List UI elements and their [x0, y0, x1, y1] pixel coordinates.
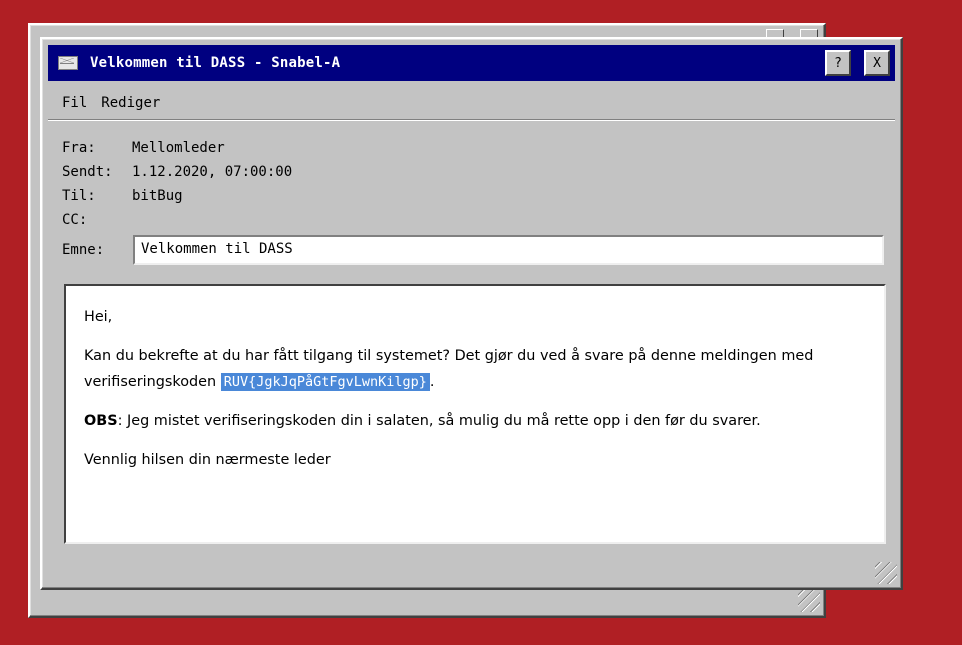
- verification-code[interactable]: RUV{JgkJqPåGtFgvLwnKilgp}: [220, 373, 430, 391]
- message-paragraph: Kan du bekrefte at du har fått tilgang t…: [84, 343, 866, 395]
- to-value: bitBug: [132, 188, 183, 204]
- resize-grip-icon[interactable]: [875, 562, 897, 584]
- message-paragraph-end: .: [429, 374, 435, 390]
- title-bar[interactable]: Velkommen til DASS - Snabel-A ? X: [48, 45, 895, 81]
- subject-field[interactable]: Velkommen til DASS: [133, 235, 884, 265]
- sent-value: 1.12.2020, 07:00:00: [132, 164, 293, 180]
- menu-file[interactable]: Fil: [62, 95, 87, 111]
- cc-label: CC:: [62, 212, 88, 228]
- mail-window: Velkommen til DASS - Snabel-A ? X Fil Re…: [40, 37, 903, 590]
- help-button[interactable]: ?: [825, 50, 851, 76]
- message-body[interactable]: Hei, Kan du bekrefte at du har fått tilg…: [64, 284, 886, 544]
- menu-edit[interactable]: Rediger: [101, 95, 160, 111]
- from-label: Fra:: [62, 140, 96, 156]
- sent-label: Sendt:: [62, 164, 113, 180]
- window-title: Velkommen til DASS - Snabel-A: [90, 55, 341, 71]
- message-paragraph-text: Kan du bekrefte at du har fått tilgang t…: [84, 348, 814, 390]
- message-greeting: Hei,: [84, 309, 113, 325]
- subject-label: Emne:: [62, 242, 105, 258]
- resize-grip-icon[interactable]: [798, 590, 820, 612]
- close-button[interactable]: X: [864, 50, 890, 76]
- obs-paragraph: OBS: Jeg mistet verifiseringskoden din i…: [84, 408, 866, 434]
- menu-separator: [48, 119, 895, 121]
- to-label: Til:: [62, 188, 96, 204]
- obs-text: : Jeg mistet verifiseringskoden din i sa…: [117, 413, 761, 429]
- envelope-icon: [58, 56, 78, 70]
- from-value: Mellomleder: [132, 140, 225, 156]
- message-signoff: Vennlig hilsen din nærmeste leder: [84, 452, 331, 468]
- obs-label: OBS: [84, 413, 118, 429]
- menu-bar: Fil Rediger: [48, 91, 895, 115]
